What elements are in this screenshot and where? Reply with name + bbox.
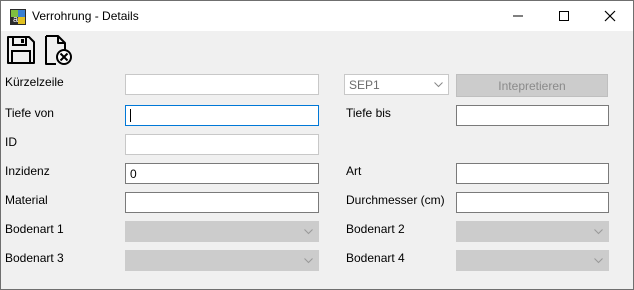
save-icon bbox=[7, 36, 35, 64]
title-bar: a Verrohrung - Details bbox=[1, 1, 633, 31]
inzidenz-input[interactable] bbox=[125, 163, 319, 184]
chevron-down-icon bbox=[304, 229, 313, 235]
bodenart2-label: Bodenart 2 bbox=[346, 222, 405, 236]
bodenart3-label: Bodenart 3 bbox=[5, 251, 64, 265]
durchmesser-label: Durchmesser (cm) bbox=[346, 193, 445, 207]
save-button[interactable] bbox=[5, 34, 37, 66]
svg-text:a: a bbox=[13, 14, 18, 24]
close-button[interactable] bbox=[587, 1, 633, 31]
discard-icon bbox=[45, 35, 72, 65]
minimize-icon bbox=[513, 15, 523, 17]
bodenart4-select[interactable] bbox=[456, 250, 609, 271]
material-input[interactable] bbox=[125, 192, 319, 213]
bodenart3-select[interactable] bbox=[125, 250, 319, 271]
id-input[interactable] bbox=[125, 134, 319, 155]
minimize-button[interactable] bbox=[495, 1, 541, 31]
material-label: Material bbox=[5, 193, 48, 207]
text-caret bbox=[130, 109, 131, 122]
bodenart1-select[interactable] bbox=[125, 221, 319, 242]
sep-select[interactable]: SEP1 bbox=[344, 74, 449, 95]
discard-button[interactable] bbox=[41, 34, 73, 66]
window-title: Verrohrung - Details bbox=[32, 9, 139, 23]
details-window: a Verrohrung - Details Kürzelzeile SEP1 … bbox=[0, 0, 634, 290]
inzidenz-label: Inzidenz bbox=[5, 164, 50, 178]
id-label: ID bbox=[5, 135, 17, 149]
app-icon: a bbox=[10, 9, 26, 25]
chevron-down-icon bbox=[304, 258, 313, 264]
bodenart2-select[interactable] bbox=[456, 221, 609, 242]
tiefe-bis-input[interactable] bbox=[456, 105, 609, 126]
chevron-down-icon bbox=[434, 82, 443, 88]
tiefe-von-input[interactable] bbox=[125, 105, 319, 126]
tiefe-bis-label: Tiefe bis bbox=[346, 106, 391, 120]
toolbar bbox=[1, 31, 633, 69]
maximize-button[interactable] bbox=[541, 1, 587, 31]
close-icon bbox=[604, 10, 616, 22]
chevron-down-icon bbox=[594, 258, 603, 264]
bodenart1-label: Bodenart 1 bbox=[5, 222, 64, 236]
tiefe-von-label: Tiefe von bbox=[5, 106, 54, 120]
durchmesser-input[interactable] bbox=[456, 192, 609, 213]
chevron-down-icon bbox=[594, 229, 603, 235]
maximize-icon bbox=[559, 11, 569, 21]
art-label: Art bbox=[346, 164, 362, 178]
sep-select-value: SEP1 bbox=[349, 78, 380, 92]
bodenart4-label: Bodenart 4 bbox=[346, 251, 405, 265]
art-input[interactable] bbox=[456, 163, 609, 184]
interpret-button[interactable]: Intepretieren bbox=[456, 74, 608, 97]
kuerzelzeile-label: Kürzelzeile bbox=[5, 75, 64, 89]
kuerzelzeile-input[interactable] bbox=[125, 74, 319, 95]
